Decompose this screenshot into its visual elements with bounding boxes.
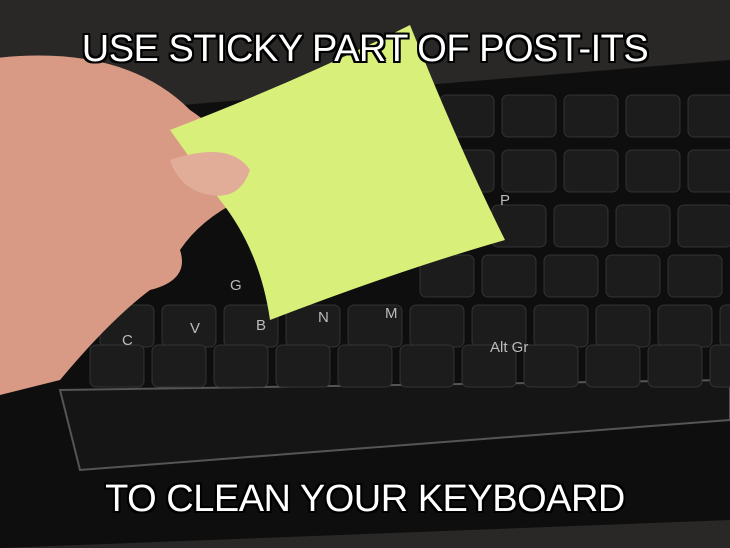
key-label: C [122,332,133,349]
keyboard-key [501,149,557,193]
keyboard-key [719,304,730,348]
key-label: Alt Gr [490,339,528,356]
keyboard-key [687,149,730,193]
keyboard-key [285,304,341,348]
key-label: P [500,192,510,209]
key-label: G [230,277,242,294]
keyboard-key [161,304,217,348]
bottom-caption: TO CLEAN YOUR KEYBOARD [105,478,625,520]
keyboard-key [605,254,661,298]
keyboard-key [687,94,730,138]
top-caption: USE STICKY PART OF POST-ITS [81,28,649,70]
keyboard-key [667,254,723,298]
keyboard-key [533,304,589,348]
key-label: M [385,305,398,322]
keyboard-key [481,254,537,298]
key-label: B [256,317,266,334]
keyboard-key [151,344,207,388]
keyboard-key [595,304,651,348]
keyboard-key [89,344,145,388]
keyboard-key [553,204,609,248]
keyboard-key [625,94,681,138]
keyboard-key [563,149,619,193]
keyboard-key [677,204,730,248]
keyboard-key [523,344,579,388]
keyboard-key [543,254,599,298]
keyboard-key [709,344,730,388]
keyboard-key [399,344,455,388]
keyboard-key [615,204,671,248]
keyboard-key [625,149,681,193]
key-label: V [190,320,200,337]
keyboard-key [337,344,393,388]
keyboard-key [563,94,619,138]
keyboard-key [647,344,703,388]
keyboard-key [501,94,557,138]
meme-image: G C V B N M Alt Gr P USE STICKY PART OF POST-IT… [0,0,730,548]
keyboard-key [657,304,713,348]
key-label: N [318,309,329,326]
keyboard-photo: G C V B N M Alt Gr P [0,0,730,548]
keyboard-key [409,304,465,348]
keyboard-key [275,344,331,388]
keyboard-key [585,344,641,388]
keyboard-key [213,344,269,388]
